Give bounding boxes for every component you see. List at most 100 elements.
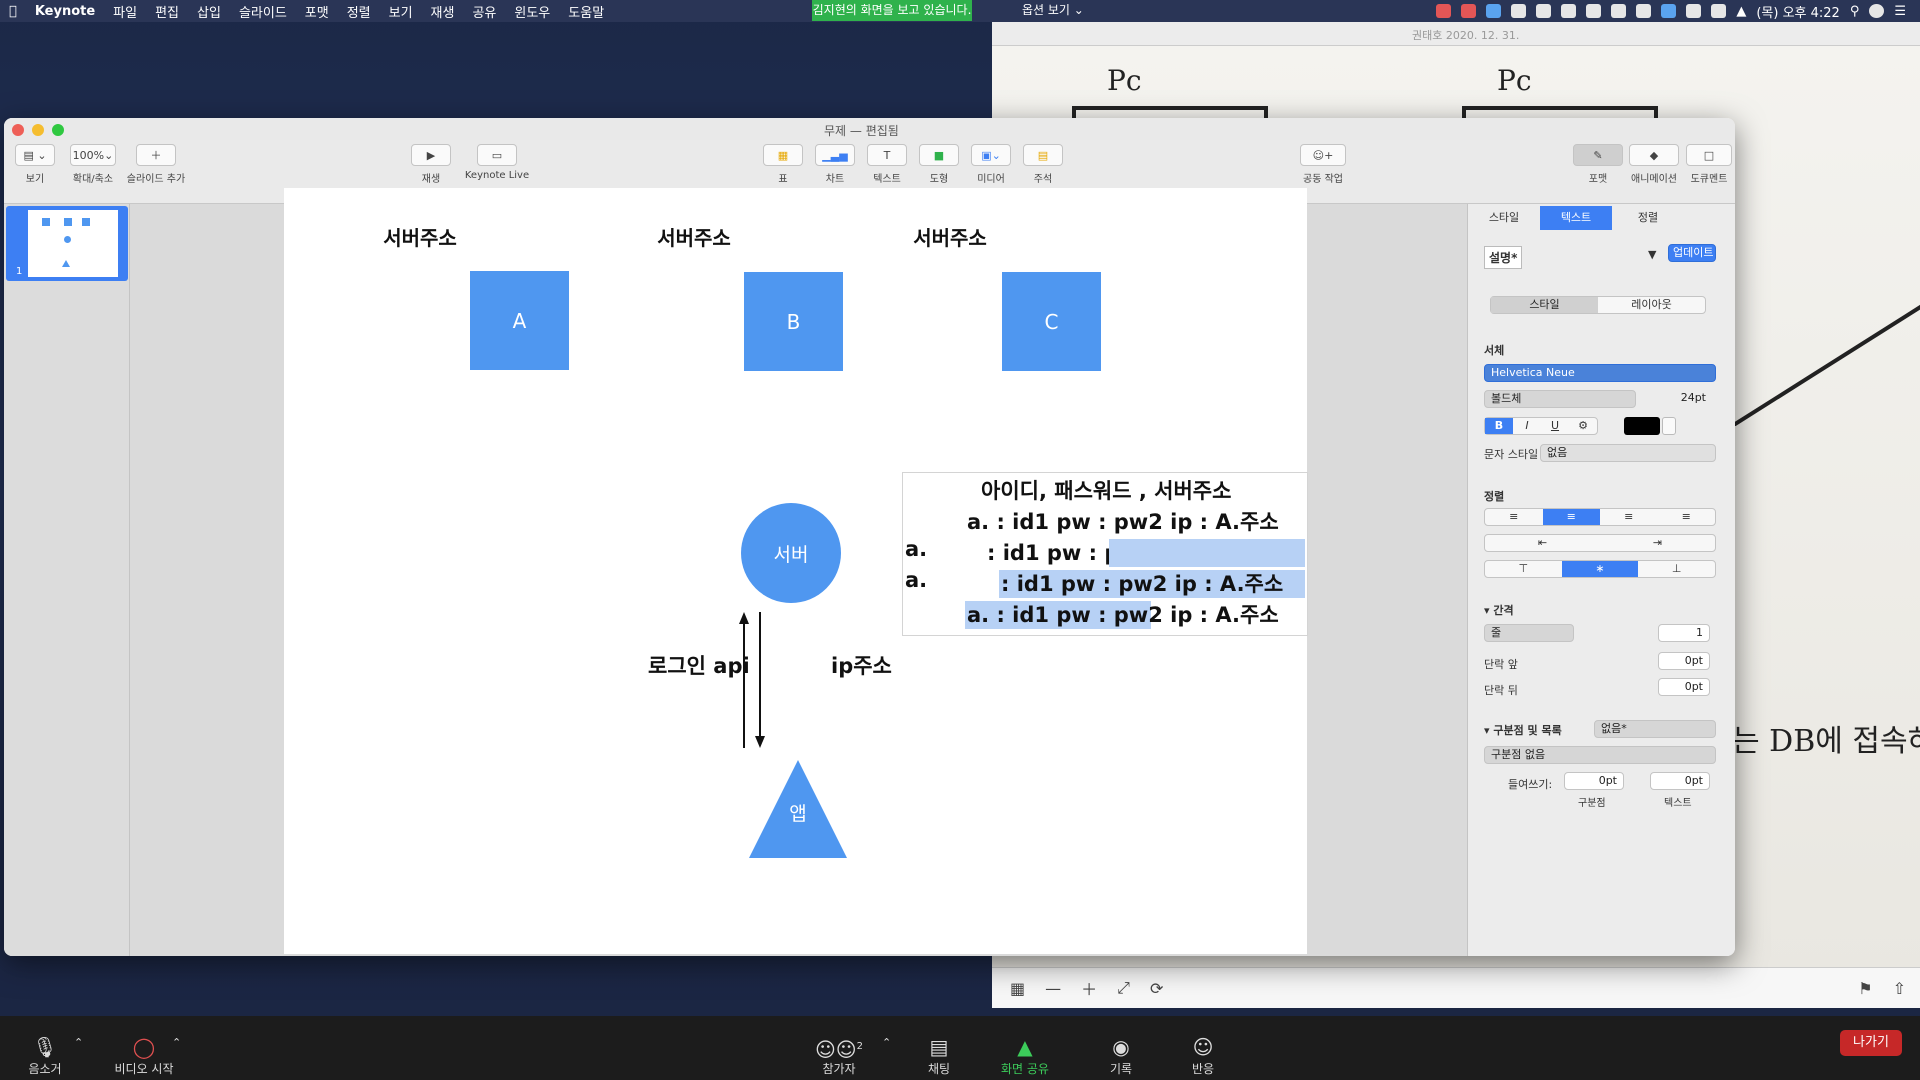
apple-icon[interactable]:  [0, 4, 26, 19]
tab-style[interactable]: 스타일 [1468, 206, 1540, 230]
underline-button[interactable]: U [1541, 418, 1569, 434]
share-icon[interactable]: ⇧ [1893, 979, 1906, 998]
before-paragraph-field[interactable]: 0pt [1658, 652, 1710, 670]
bullet-type-select[interactable]: 구분점 없음 [1484, 746, 1716, 764]
server-address-header[interactable]: 서버주소 [320, 222, 520, 251]
status-icon[interactable] [1611, 4, 1627, 18]
grid-icon[interactable]: ▦ [1010, 979, 1025, 998]
spacing-section-label[interactable]: ▾ 간격 [1484, 602, 1514, 618]
server-circle[interactable]: 서버 [741, 503, 841, 603]
video-options-icon[interactable]: ⌃ [172, 1036, 181, 1049]
align-bottom-icon[interactable]: ⊥ [1638, 561, 1715, 577]
color-wheel-icon[interactable] [1662, 417, 1676, 435]
keynote-live-button[interactable]: ▭ Keynote Live [460, 144, 534, 181]
decrease-indent-icon[interactable]: ⇤ [1485, 535, 1600, 551]
fit-icon[interactable]: ⤢ [1117, 978, 1130, 998]
record-button[interactable]: ◉ 기록 [1076, 1034, 1166, 1077]
status-icon[interactable] [1561, 4, 1577, 18]
bullets-section-label[interactable]: ▾ 구분점 및 목록 [1484, 722, 1562, 738]
login-api-label[interactable]: 로그인 api [648, 650, 750, 680]
align-top-icon[interactable]: ⊤ [1485, 561, 1562, 577]
menu-item-view[interactable]: 보기 [380, 2, 422, 21]
clock[interactable]: (목) 오후 4:22 [1756, 2, 1839, 21]
animate-button[interactable]: ◆ 애니메이션 [1624, 144, 1684, 185]
align-right-icon[interactable]: ≡ [1600, 509, 1658, 525]
participants-button[interactable]: ☺☺2 참가자 [794, 1034, 884, 1077]
slide[interactable]: 서버주소 서버주소 서버주소 A B C 서버 로그인 api ip주소 앱 아… [284, 188, 1308, 954]
font-weight-select[interactable]: 볼드체 [1484, 390, 1636, 408]
after-paragraph-field[interactable]: 0pt [1658, 678, 1710, 696]
bookmark-icon[interactable]: ⚑ [1858, 979, 1872, 998]
menu-item-edit[interactable]: 편집 [146, 2, 188, 21]
format-button[interactable]: ✎ 포맷 [1572, 144, 1624, 185]
align-left-icon[interactable]: ≡ [1485, 509, 1543, 525]
font-family-select[interactable]: Helvetica Neue [1484, 364, 1716, 382]
text-color-well[interactable] [1624, 417, 1660, 435]
status-icon[interactable] [1636, 4, 1652, 18]
status-icon[interactable] [1436, 4, 1452, 18]
text-indent-field[interactable]: 0pt [1650, 772, 1710, 790]
menu-item-arrange[interactable]: 정렬 [338, 2, 380, 21]
font-size-field[interactable]: 24pt [1658, 390, 1716, 408]
paragraph-style-dropdown-icon[interactable]: ▼ [1648, 248, 1656, 261]
zoom-button[interactable]: 100% ⌄ 확대/축소 [66, 144, 120, 185]
audio-options-icon[interactable]: ⌃ [74, 1036, 83, 1049]
share-screen-button[interactable]: ▲ 화면 공유 [980, 1034, 1070, 1077]
wifi-icon[interactable]: ▲ [1736, 4, 1746, 19]
document-button[interactable]: □ 도큐멘트 [1684, 144, 1734, 185]
status-icon[interactable] [1686, 4, 1702, 18]
search-icon[interactable]: ⚲ [1850, 4, 1860, 19]
slide-thumbnail-selected[interactable]: 1 [6, 206, 128, 281]
view-button[interactable]: ▤ ⌄ 보기 [12, 144, 58, 185]
menu-item-share[interactable]: 공유 [463, 2, 505, 21]
menu-item-help[interactable]: 도움말 [559, 2, 613, 21]
server-box-c[interactable]: C [1002, 272, 1101, 371]
chat-button[interactable]: ▤ 채팅 [894, 1034, 984, 1077]
menu-item-window[interactable]: 윈도우 [505, 2, 559, 21]
char-style-select[interactable]: 없음 [1540, 444, 1716, 462]
list-style-select[interactable]: 없음* [1594, 720, 1716, 738]
italic-button[interactable]: I [1513, 418, 1541, 434]
participants-options-icon[interactable]: ⌃ [882, 1036, 891, 1049]
siri-icon[interactable] [1869, 4, 1885, 18]
credentials-textbox[interactable]: 아이디, 패스워드 , 서버주소 a. : id1 pw : pw2 ip : … [902, 472, 1308, 636]
bold-button[interactable]: B [1485, 418, 1513, 434]
status-icon[interactable] [1711, 4, 1727, 18]
status-icon[interactable] [1586, 4, 1602, 18]
table-button[interactable]: ▦ 표 [760, 144, 806, 185]
ip-address-label[interactable]: ip주소 [831, 650, 892, 680]
play-button[interactable]: ▶ 재생 [408, 144, 454, 185]
text-options-icon[interactable]: ⚙ [1569, 418, 1597, 434]
menu-item-slide[interactable]: 슬라이드 [230, 2, 296, 21]
menu-item-play[interactable]: 재생 [422, 2, 464, 21]
server-box-a[interactable]: A [470, 271, 569, 370]
reactions-button[interactable]: ☺ 반응 [1158, 1034, 1248, 1077]
server-address-header[interactable]: 서버주소 [594, 222, 794, 251]
server-box-b[interactable]: B [744, 272, 843, 371]
add-slide-button[interactable]: ＋ 슬라이드 추가 [122, 144, 190, 185]
align-center-icon[interactable]: ≡ [1542, 509, 1600, 525]
tab-arrange[interactable]: 정렬 [1612, 206, 1684, 230]
close-window-button[interactable] [12, 124, 24, 136]
subtab-layout[interactable]: 레이아웃 [1598, 297, 1705, 313]
rotate-icon[interactable]: ⟳ [1150, 979, 1163, 998]
spacing-value-field[interactable]: 1 [1658, 624, 1710, 642]
zoom-window-button[interactable] [52, 124, 64, 136]
view-options-button[interactable]: 옵션 보기 ⌄ [1022, 0, 1084, 21]
bullet-indent-field[interactable]: 0pt [1564, 772, 1624, 790]
menu-app-name[interactable]: Keynote [26, 4, 104, 19]
shape-button[interactable]: ■ 도형 [916, 144, 962, 185]
leave-meeting-button[interactable]: 나가기 [1840, 1030, 1902, 1056]
text-button[interactable]: T 텍스트 [864, 144, 910, 185]
app-triangle[interactable]: 앱 [748, 758, 848, 858]
update-button[interactable]: 업데이트 [1668, 244, 1716, 262]
control-center-icon[interactable]: ☰ [1894, 4, 1906, 19]
status-icon[interactable] [1536, 4, 1552, 18]
status-icon[interactable] [1511, 4, 1527, 18]
status-icon[interactable] [1486, 4, 1502, 18]
status-icon[interactable] [1661, 4, 1677, 18]
style-layout-segmented[interactable]: 스타일 레이아웃 [1490, 296, 1706, 314]
spacing-type-select[interactable]: 줄 [1484, 624, 1574, 642]
zoom-out-icon[interactable]: — [1045, 979, 1061, 998]
menu-item-format[interactable]: 포맷 [296, 2, 338, 21]
